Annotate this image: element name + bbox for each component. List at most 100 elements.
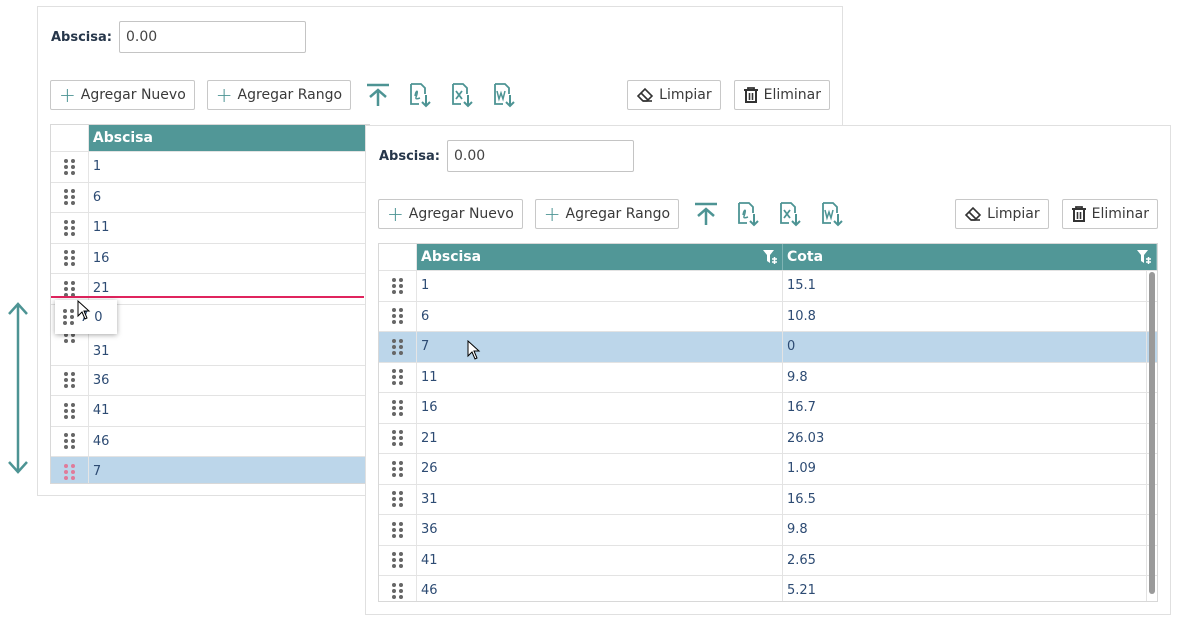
front-clear-button[interactable]: Limpiar	[955, 199, 1049, 229]
row-drag-handle[interactable]	[51, 396, 89, 426]
abscisa-cell: 16	[89, 243, 370, 273]
table-row[interactable]: 41	[51, 395, 370, 426]
excel-export-icon[interactable]	[447, 80, 477, 110]
row-drag-handle[interactable]	[379, 332, 417, 362]
table-row[interactable]: 11	[51, 212, 370, 243]
abscisa-cell: 21	[89, 274, 370, 304]
back-delete-button[interactable]: Eliminar	[733, 80, 830, 110]
back-add-range-button[interactable]: + Agregar Rango	[206, 80, 352, 110]
drag-handle-icon	[392, 521, 403, 538]
abscisa-cell: 6	[89, 182, 370, 212]
cota-cell: 9.8	[783, 362, 1147, 392]
back-add-new-button[interactable]: + Agregar Nuevo	[50, 80, 195, 110]
row-drag-handle[interactable]	[51, 243, 89, 273]
word-export-icon[interactable]	[817, 199, 847, 229]
drag-handle-icon	[63, 402, 75, 419]
excel-export-icon[interactable]	[775, 199, 805, 229]
abscisa-cell: 26	[417, 454, 783, 484]
back-delete-label: Eliminar	[763, 87, 821, 103]
front-header-cota-label: Cota	[787, 249, 824, 265]
table-row[interactable]: 70	[379, 331, 1157, 362]
drag-handle-icon	[392, 582, 403, 599]
table-row[interactable]: 1	[51, 151, 370, 182]
abscisa-cell: 36	[89, 365, 370, 395]
abscisa-cell: 1	[417, 271, 783, 301]
table-row[interactable]: 36 9.8	[379, 514, 1157, 545]
row-drag-handle[interactable]	[379, 301, 417, 331]
upload-icon[interactable]	[691, 199, 721, 229]
table-row[interactable]: 21 26.03	[379, 422, 1157, 453]
row-drag-handle[interactable]	[51, 457, 89, 483]
abscisa-cell: 11	[417, 362, 783, 392]
row-drag-handle[interactable]	[379, 423, 417, 453]
cota-cell: 15.1	[783, 271, 1147, 301]
row-drag-handle[interactable]	[379, 484, 417, 514]
table-row[interactable]: 16	[51, 242, 370, 273]
front-delete-button[interactable]: Eliminar	[1061, 199, 1158, 229]
table-row[interactable]: 16 16.7	[379, 392, 1157, 423]
filter-icon[interactable]	[1136, 249, 1152, 265]
row-drag-handle[interactable]	[379, 271, 417, 301]
table-row[interactable]: 31 16.5	[379, 483, 1157, 514]
upload-icon[interactable]	[363, 80, 393, 110]
row-drag-handle[interactable]	[379, 454, 417, 484]
row-drag-handle[interactable]	[379, 393, 417, 423]
row-drag-handle[interactable]	[379, 545, 417, 575]
back-header-abscisa[interactable]: Abscisa	[88, 125, 370, 151]
eraser-icon	[965, 206, 982, 221]
pdf-export-icon[interactable]	[405, 80, 435, 110]
table-row[interactable]: 21	[51, 273, 370, 304]
front-clear-label: Limpiar	[987, 206, 1040, 222]
drag-handle-icon	[392, 308, 403, 325]
table-row[interactable]: 6 10.8	[379, 300, 1157, 331]
abscisa-cell: 6	[417, 301, 783, 331]
row-drag-handle[interactable]	[379, 576, 417, 601]
table-row[interactable]: 1 15.1	[379, 270, 1157, 301]
back-abscisa-input[interactable]	[118, 21, 306, 53]
row-drag-handle[interactable]	[379, 515, 417, 545]
front-add-range-button[interactable]: + Agregar Rango	[534, 199, 680, 229]
front-header-cota[interactable]: Cota	[783, 244, 1157, 270]
abscisa-cell: 41	[417, 545, 783, 575]
row-drag-handle[interactable]	[51, 213, 89, 243]
vertical-scrollbar[interactable]	[1149, 272, 1155, 594]
row-drag-handle[interactable]	[379, 362, 417, 392]
pdf-export-icon[interactable]	[733, 199, 763, 229]
back-clear-button[interactable]: Limpiar	[627, 80, 721, 110]
row-drag-handle[interactable]	[51, 426, 89, 456]
table-row[interactable]: 7	[51, 456, 370, 483]
drag-handle-icon	[392, 552, 403, 569]
trash-icon	[1071, 206, 1086, 222]
front-toolbar: + Agregar Nuevo + Agregar Rango Limpiar …	[378, 199, 1158, 229]
table-row[interactable]: 41 2.65	[379, 544, 1157, 575]
abscisa-cell: 46	[89, 426, 370, 456]
table-row[interactable]: 46 5.21	[379, 575, 1157, 601]
table-row[interactable]: 11 9.8	[379, 361, 1157, 392]
row-drag-handle[interactable]	[51, 365, 89, 395]
grid-header-handle	[51, 125, 89, 151]
front-abscisa-field-row: Abscisa:	[379, 140, 634, 172]
front-header-abscisa[interactable]: Abscisa	[417, 244, 783, 270]
cota-cell: 16.5	[783, 484, 1147, 514]
mouse-cursor-icon	[77, 300, 91, 320]
plus-icon: +	[387, 202, 404, 226]
row-drag-handle[interactable]	[51, 182, 89, 212]
table-row[interactable]: 26 1.09	[379, 453, 1157, 484]
front-add-new-button[interactable]: + Agregar Nuevo	[378, 199, 523, 229]
abscisa-cell: 7	[89, 457, 370, 483]
table-row[interactable]: 36	[51, 364, 370, 395]
front-header-abscisa-label: Abscisa	[421, 249, 482, 265]
cota-cell: 16.7	[783, 393, 1147, 423]
filter-icon[interactable]	[762, 249, 778, 265]
table-row[interactable]: 6	[51, 181, 370, 212]
drag-handle-icon	[63, 463, 75, 480]
row-drag-handle[interactable]	[51, 152, 89, 182]
back-grid-header: Abscisa	[51, 125, 370, 151]
back-header-abscisa-label: Abscisa	[92, 130, 153, 146]
word-export-icon[interactable]	[489, 80, 519, 110]
table-row[interactable]: 46	[51, 425, 370, 456]
plus-icon: +	[59, 83, 76, 107]
drag-handle-icon	[392, 430, 403, 447]
drop-indicator	[51, 296, 364, 298]
front-abscisa-input[interactable]	[446, 140, 634, 172]
